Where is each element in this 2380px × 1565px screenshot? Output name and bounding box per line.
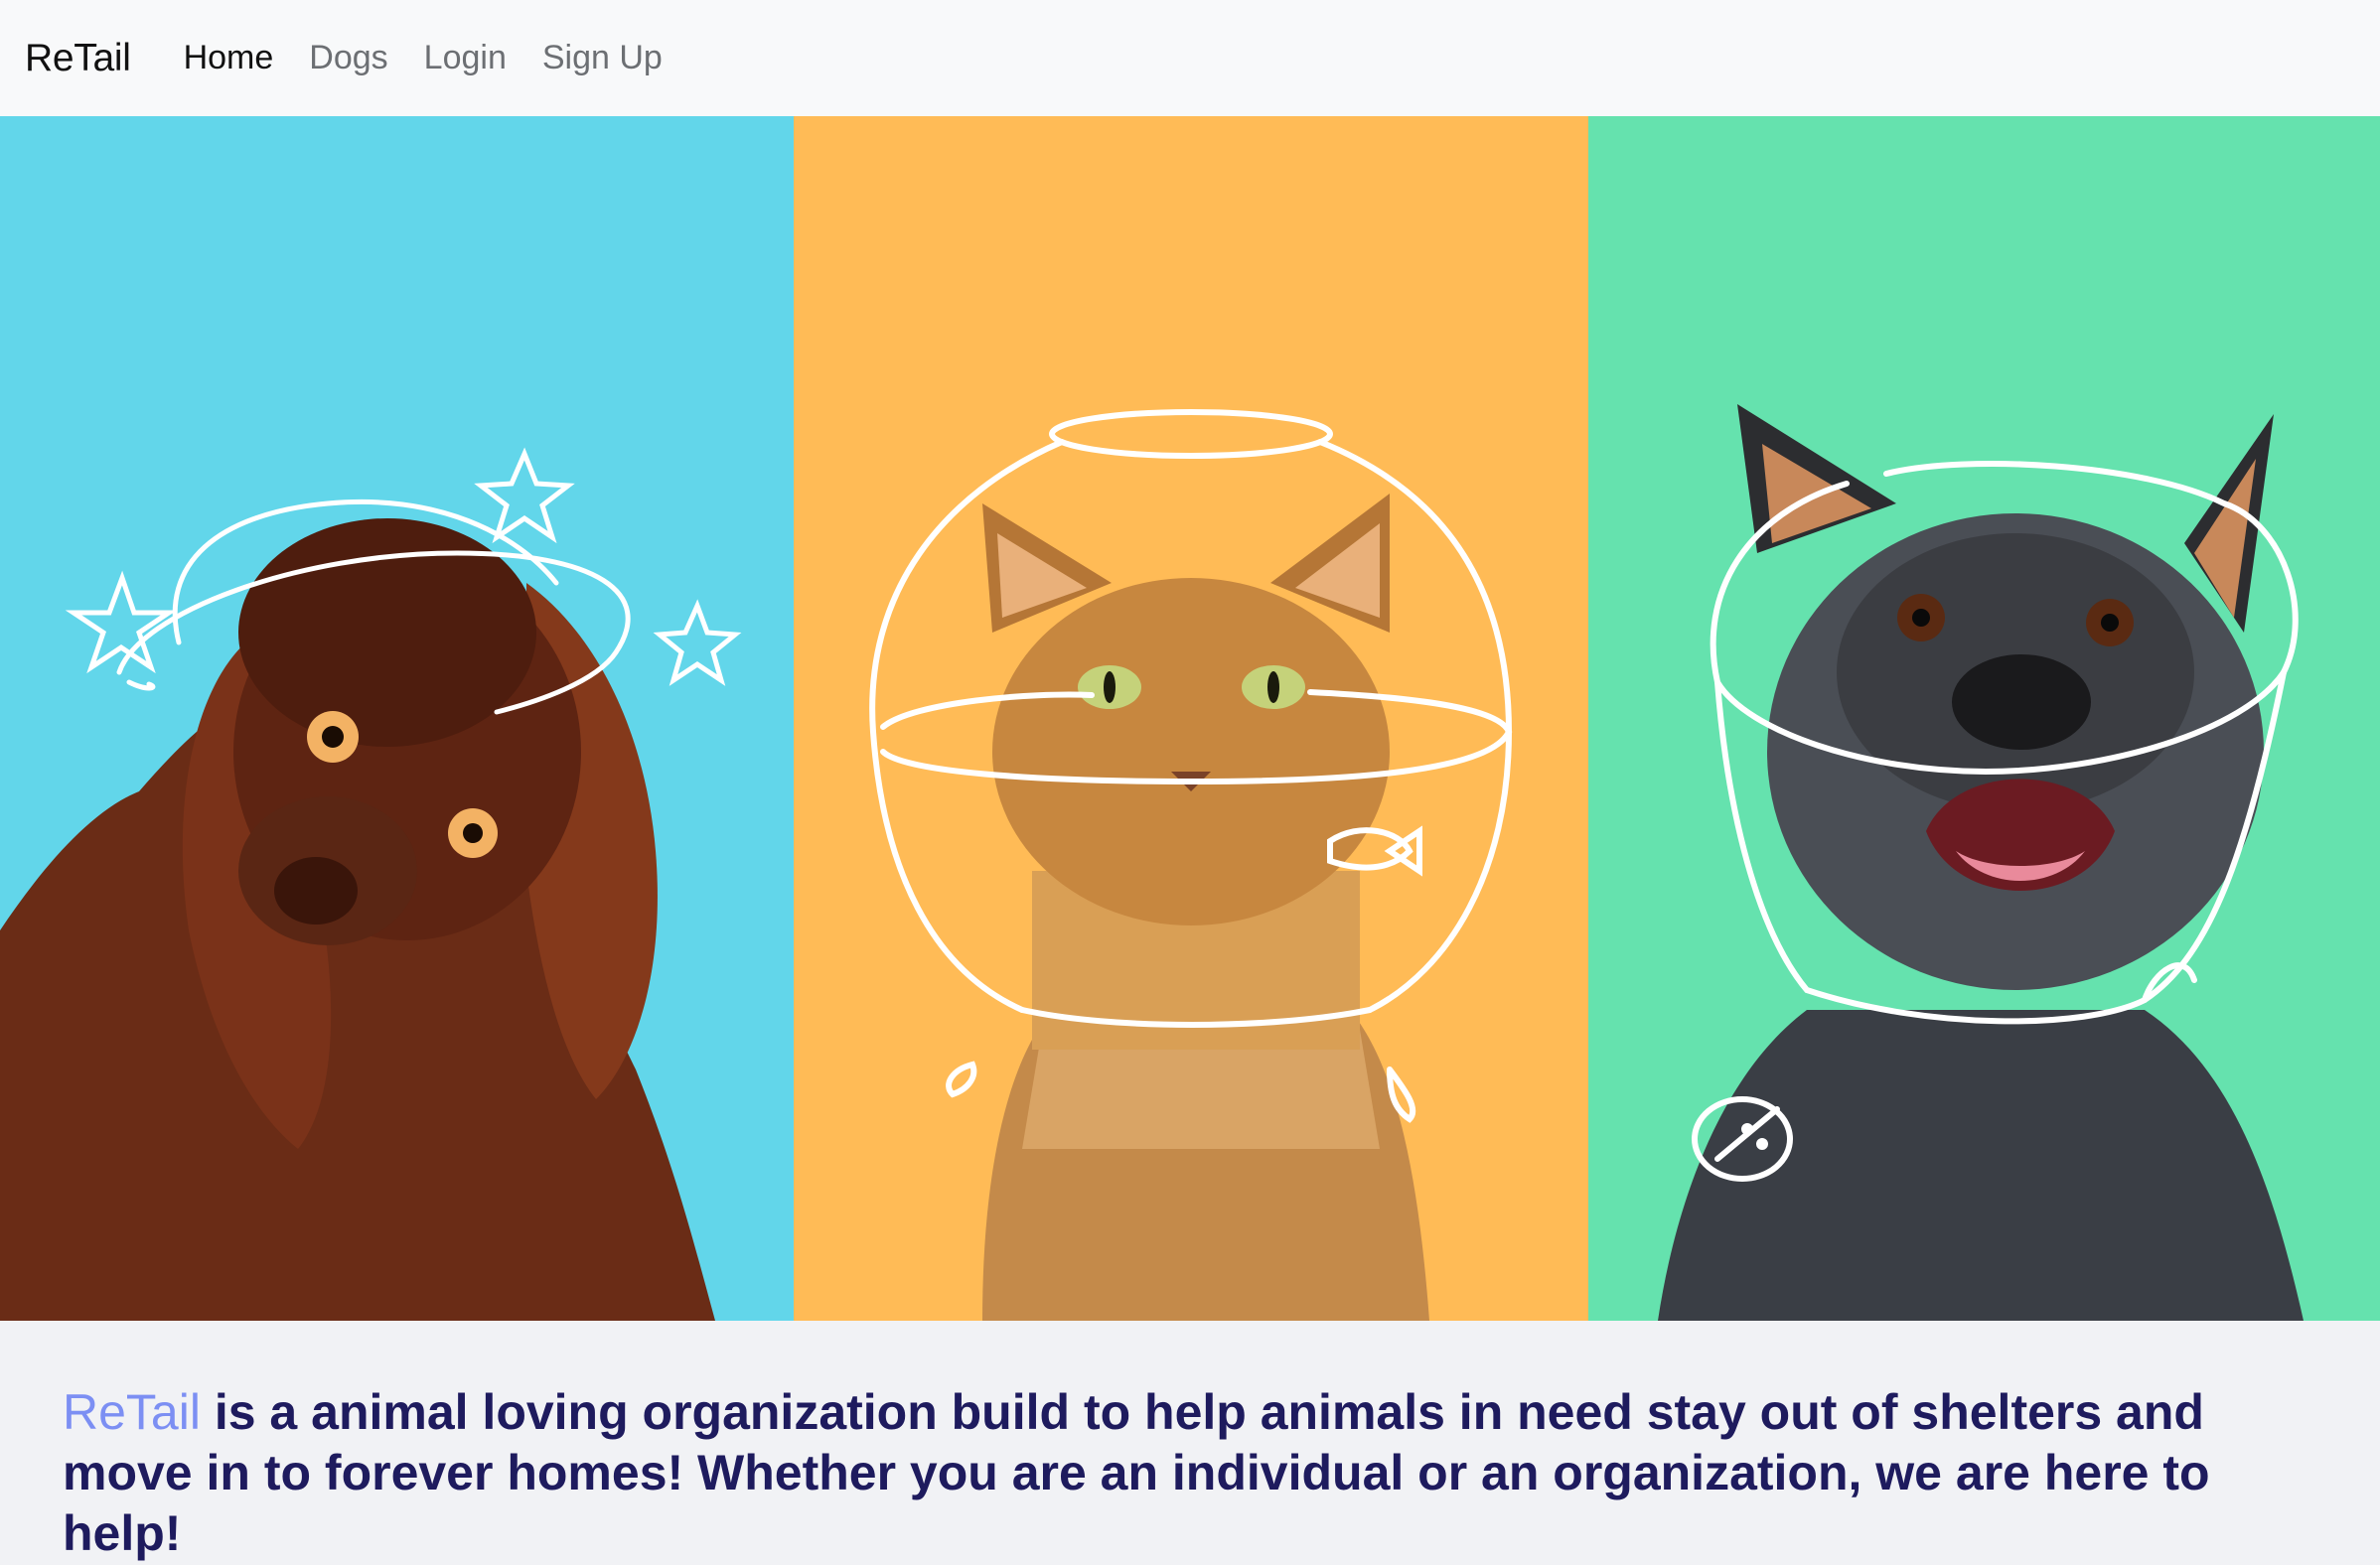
nav-signup-link[interactable]: Sign Up bbox=[542, 39, 663, 77]
intro-brand-word: ReTail bbox=[63, 1384, 201, 1440]
dizzy-spaniel-photo bbox=[0, 116, 794, 1321]
hero-banner bbox=[0, 116, 2380, 1321]
panel-fishbowl-cat bbox=[794, 116, 1588, 1321]
nav-login-link[interactable]: Login bbox=[424, 39, 507, 77]
brand-logo[interactable]: ReTail bbox=[25, 37, 131, 80]
panel-cone-dog bbox=[1588, 116, 2380, 1321]
nav-home-link[interactable]: Home bbox=[184, 39, 274, 77]
intro-text: is a animal loving organization build to… bbox=[63, 1384, 2210, 1561]
panel-dizzy-dog bbox=[0, 116, 794, 1321]
nav-dogs-link[interactable]: Dogs bbox=[309, 39, 387, 77]
fishbowl-cat-photo bbox=[794, 116, 1588, 1321]
intro-paragraph: ReTail is a animal loving organization b… bbox=[63, 1382, 2317, 1564]
nav-links: Home Dogs Login Sign Up bbox=[184, 39, 663, 77]
navbar: ReTail Home Dogs Login Sign Up bbox=[0, 0, 2380, 116]
cone-heeler-photo bbox=[1588, 116, 2380, 1321]
